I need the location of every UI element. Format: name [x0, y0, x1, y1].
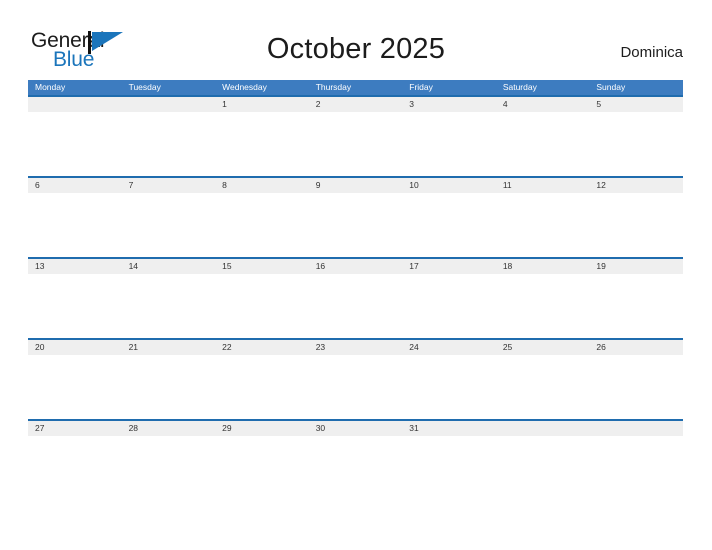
day-cell[interactable]: 3	[402, 97, 496, 112]
weekday-header-sunday: Sunday	[596, 82, 626, 92]
week-row: 13 14 15 16 17 18 19	[28, 257, 683, 338]
day-cell[interactable]: 27	[28, 421, 122, 436]
weekday-header-saturday: Saturday	[502, 82, 537, 92]
week-row: 27 28 29 30 31	[28, 419, 683, 500]
day-cell[interactable]: 12	[589, 178, 683, 193]
day-cell[interactable]: 5	[589, 97, 683, 112]
day-cell[interactable]: 20	[28, 340, 122, 355]
weekday-header-tuesday: Tuesday	[128, 82, 161, 92]
day-cell[interactable]: 2	[309, 97, 403, 112]
week-row: 20 21 22 23 24 25 26	[28, 338, 683, 419]
day-cell[interactable]: 15	[215, 259, 309, 274]
day-cell[interactable]: 4	[496, 97, 590, 112]
day-cell[interactable]: 14	[122, 259, 216, 274]
week-note-area[interactable]	[28, 112, 683, 176]
day-cell[interactable]: 23	[309, 340, 403, 355]
week-date-band: 6 7 8 9 10 11 12	[28, 178, 683, 193]
page-title: October 2025	[266, 33, 446, 65]
calendar-grid: Monday Tuesday Wednesday Thursday Friday…	[28, 80, 683, 500]
week-date-band: 27 28 29 30 31	[28, 421, 683, 436]
week-date-band: 1 2 3 4 5	[28, 97, 683, 112]
weekday-header-monday: Monday	[35, 82, 66, 92]
day-cell[interactable]	[28, 97, 122, 112]
day-cell[interactable]: 30	[309, 421, 403, 436]
day-cell[interactable]: 17	[402, 259, 496, 274]
weekday-header-row: Monday Tuesday Wednesday Thursday Friday…	[28, 80, 683, 95]
day-cell[interactable]	[122, 97, 216, 112]
week-date-band: 13 14 15 16 17 18 19	[28, 259, 683, 274]
weekday-header-thursday: Thursday	[315, 82, 352, 92]
week-note-area[interactable]	[28, 355, 683, 419]
day-cell[interactable]: 16	[309, 259, 403, 274]
day-cell[interactable]	[496, 421, 590, 436]
day-cell[interactable]: 7	[122, 178, 216, 193]
day-cell[interactable]: 31	[402, 421, 496, 436]
day-cell[interactable]: 25	[496, 340, 590, 355]
day-cell[interactable]: 24	[402, 340, 496, 355]
day-cell[interactable]: 9	[309, 178, 403, 193]
weekday-header-wednesday: Wednesday	[222, 82, 267, 92]
page-header: General Blue October 2025 Dominica	[0, 0, 712, 80]
week-date-band: 20 21 22 23 24 25 26	[28, 340, 683, 355]
day-cell[interactable]	[589, 421, 683, 436]
country-label: Dominica	[620, 44, 683, 61]
day-cell[interactable]: 19	[589, 259, 683, 274]
day-cell[interactable]: 8	[215, 178, 309, 193]
day-cell[interactable]: 11	[496, 178, 590, 193]
week-note-area[interactable]	[28, 274, 683, 338]
day-cell[interactable]: 13	[28, 259, 122, 274]
week-row: 6 7 8 9 10 11 12	[28, 176, 683, 257]
week-note-area[interactable]	[28, 436, 683, 500]
week-note-area[interactable]	[28, 193, 683, 257]
day-cell[interactable]: 28	[122, 421, 216, 436]
week-row: 1 2 3 4 5	[28, 95, 683, 176]
day-cell[interactable]: 6	[28, 178, 122, 193]
day-cell[interactable]: 26	[589, 340, 683, 355]
day-cell[interactable]: 21	[122, 340, 216, 355]
day-cell[interactable]: 29	[215, 421, 309, 436]
day-cell[interactable]: 1	[215, 97, 309, 112]
weekday-header-friday: Friday	[409, 82, 433, 92]
day-cell[interactable]: 18	[496, 259, 590, 274]
day-cell[interactable]: 22	[215, 340, 309, 355]
day-cell[interactable]: 10	[402, 178, 496, 193]
